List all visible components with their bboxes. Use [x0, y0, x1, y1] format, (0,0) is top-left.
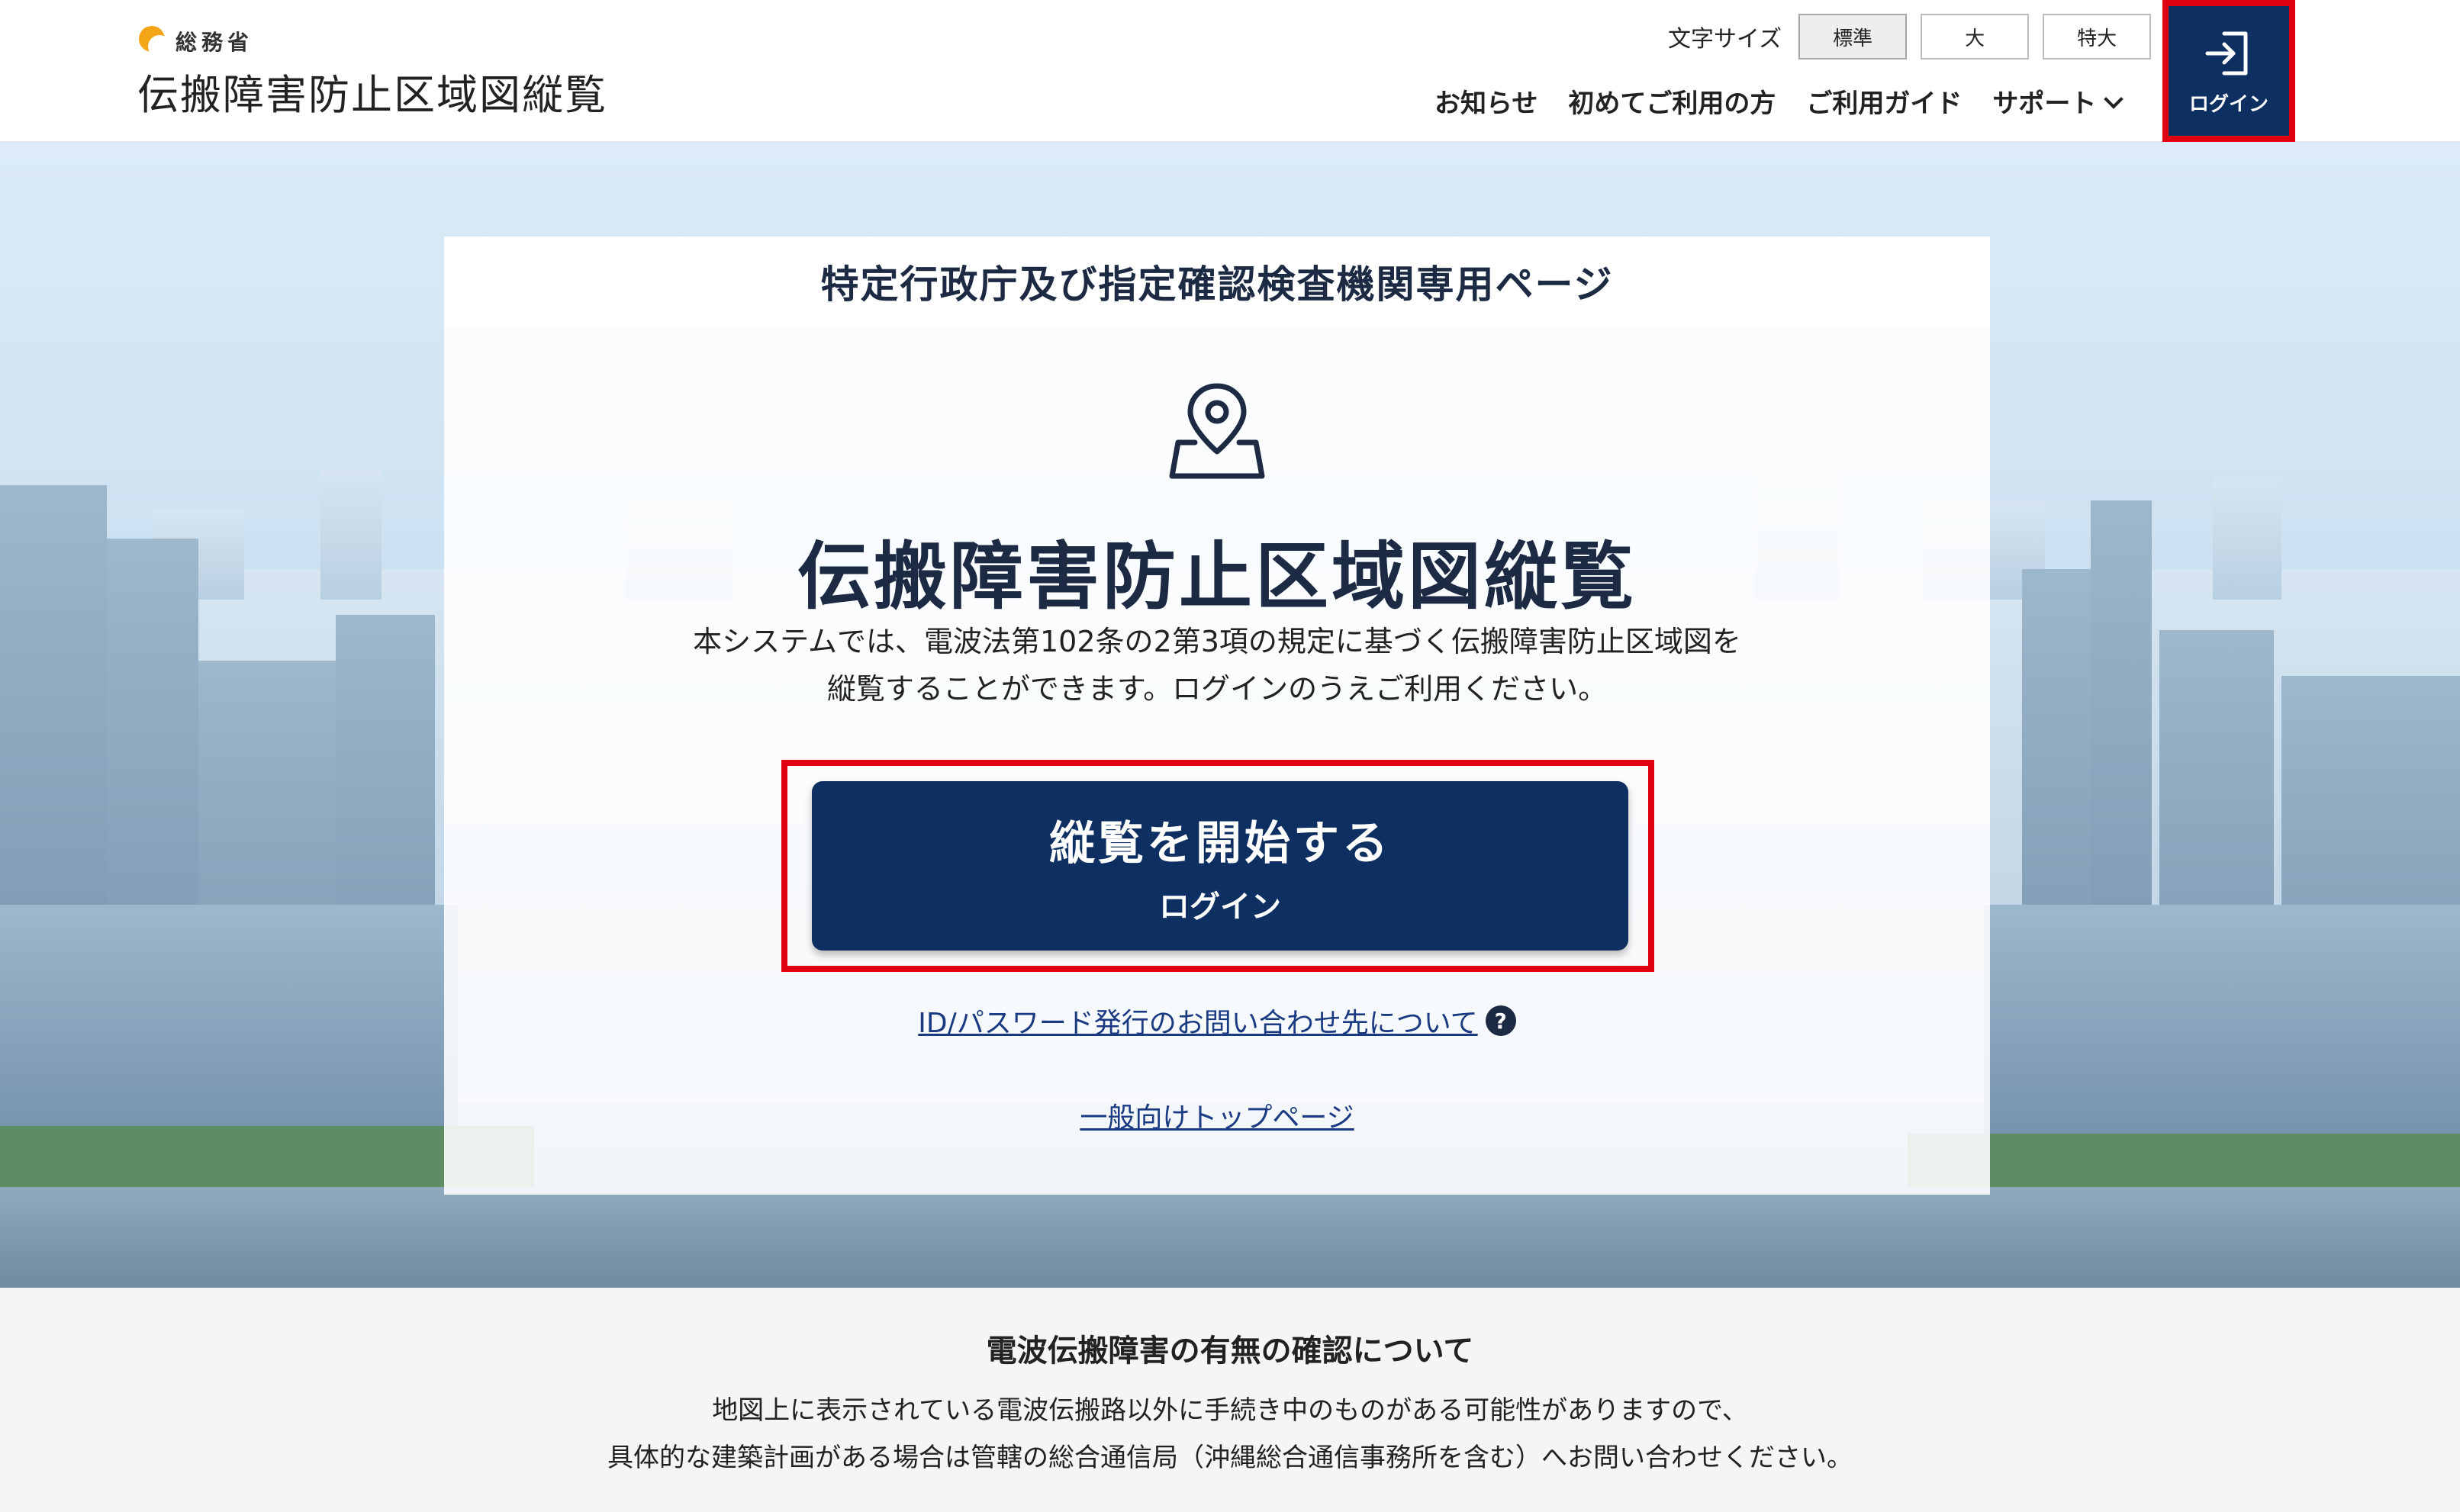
font-size-switcher: 文字サイズ 標準 大 特大: [1668, 14, 2152, 60]
nav-item-news[interactable]: お知らせ: [1434, 82, 1538, 120]
login-card: 特定行政庁及び指定確認検査機関専用ページ 伝搬障害防止区域図縦覧 本システムでは…: [444, 236, 1990, 1195]
general-top-link[interactable]: 一般向けトップページ: [1080, 1102, 1354, 1134]
font-size-standard-button[interactable]: 標準: [1798, 14, 1908, 60]
card-header: 特定行政庁及び指定確認検査機関専用ページ: [444, 236, 1990, 327]
help-circle-icon[interactable]: ?: [1485, 1005, 1516, 1036]
start-viewing-sublabel: ログイン: [1159, 889, 1281, 925]
card-description-line-1: 本システムでは、電波法第102条の2第3項の規定に基づく伝搬障害防止区域図を: [693, 625, 1741, 658]
ministry-logo-icon: [137, 26, 171, 58]
chevron-down-icon: [2104, 89, 2124, 109]
font-size-label: 文字サイズ: [1668, 26, 1782, 53]
map-pin-icon: [1169, 383, 1265, 479]
ministry-row: 総務省: [137, 26, 607, 58]
id-inquiry-link[interactable]: ID/パスワード発行のお問い合わせ先について: [918, 1001, 1477, 1041]
nav-item-support[interactable]: サポート: [1992, 82, 2124, 120]
info-section: 電波伝搬障害の有無の確認について 地図上に表示されている電波伝搬路以外に手続き中…: [0, 1288, 2460, 1512]
login-highlight-frame: ログイン: [2162, 0, 2295, 142]
header-login-label: ログイン: [2188, 92, 2268, 116]
nav-item-guide[interactable]: ご利用ガイド: [1806, 82, 1962, 120]
global-nav: お知らせ 初めてご利用の方 ご利用ガイド サポート: [1434, 82, 2124, 120]
info-title: 電波伝搬障害の有無の確認について: [986, 1333, 1474, 1369]
general-top-row: 一般向けトップページ: [444, 1095, 1990, 1135]
header-login-button[interactable]: ログイン: [2169, 6, 2289, 136]
nav-item-first-time[interactable]: 初めてご利用の方: [1568, 82, 1776, 120]
start-highlight-frame: 縦覧を開始する ログイン: [781, 760, 1654, 972]
font-size-xlarge-button[interactable]: 特大: [2043, 14, 2152, 60]
site-title[interactable]: 伝搬障害防止区域図縦覧: [137, 61, 607, 121]
sign-in-icon: [2205, 31, 2248, 75]
site-header: 総務省 伝搬障害防止区域図縦覧 文字サイズ 標準 大 特大 お知らせ 初めてご利…: [0, 0, 2460, 142]
info-line-1: 地図上に表示されている電波伝搬路以外に手続き中のものがある可能性がありますので、: [712, 1395, 1748, 1426]
brand[interactable]: 総務省 伝搬障害防止区域図縦覧: [137, 26, 607, 121]
ministry-name: 総務省: [175, 30, 254, 55]
card-title: 伝搬障害防止区域図縦覧: [797, 534, 1637, 619]
card-description-line-2: 縦覧することができます。ログインのうえご利用ください。: [826, 672, 1608, 706]
info-line-2: 具体的な建築計画がある場合は管轄の総合通信局（沖縄総合通信事務所を含む）へお問い…: [607, 1443, 1853, 1473]
start-viewing-label: 縦覧を開始する: [1049, 816, 1391, 870]
start-viewing-button[interactable]: 縦覧を開始する ログイン: [812, 781, 1628, 951]
id-inquiry-row: ID/パスワード発行のお問い合わせ先について ?: [444, 1001, 1990, 1041]
font-size-large-button[interactable]: 大: [1921, 14, 2030, 60]
card-description: 本システムでは、電波法第102条の2第3項の規定に基づく伝搬障害防止区域図を 縦…: [444, 618, 1990, 713]
hero: 特定行政庁及び指定確認検査機関専用ページ 伝搬障害防止区域図縦覧 本システムでは…: [0, 142, 2460, 1288]
nav-item-support-label: サポート: [1992, 88, 2097, 119]
